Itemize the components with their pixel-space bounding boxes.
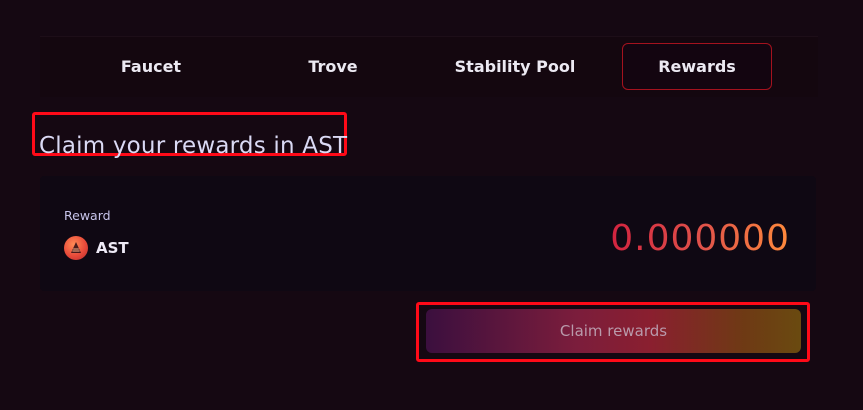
tabs-bar: Faucet Trove Stability Pool Rewards — [40, 36, 818, 97]
reward-card: Reward AST 0.000000 — [40, 176, 816, 291]
tab-trove[interactable]: Trove — [258, 43, 408, 90]
page-title: Claim your rewards in AST — [39, 133, 348, 160]
tab-faucet[interactable]: Faucet — [76, 43, 226, 90]
reward-amount: 0.000000 — [610, 218, 790, 259]
tab-stability-pool[interactable]: Stability Pool — [440, 43, 590, 90]
token-name: AST — [96, 239, 129, 257]
tab-rewards[interactable]: Rewards — [622, 43, 772, 90]
reward-label: Reward — [64, 208, 111, 223]
ast-token-icon — [64, 236, 88, 260]
claim-rewards-button[interactable]: Claim rewards — [426, 309, 801, 353]
token-row: AST — [64, 236, 129, 260]
